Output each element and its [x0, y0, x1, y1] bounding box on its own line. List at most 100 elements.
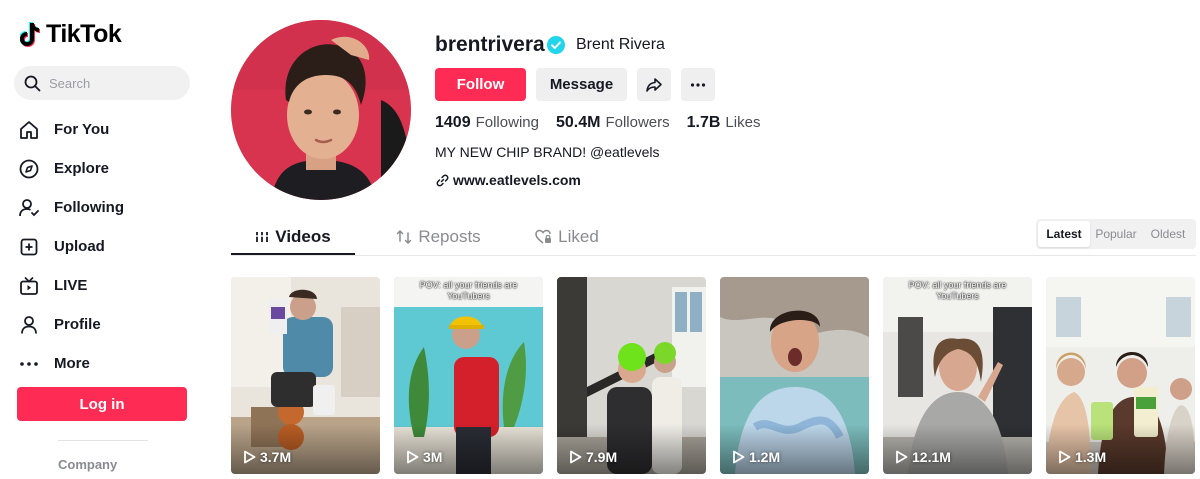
share-button[interactable] [637, 68, 671, 101]
tiktok-logo-icon [20, 21, 40, 47]
play-outline-icon [244, 450, 256, 464]
stat-likes: 1.7B Likes [687, 114, 761, 132]
nav-label: Upload [54, 238, 105, 255]
stat-following-count: 1409 [435, 114, 471, 131]
active-tab-indicator [231, 253, 355, 255]
nav-item-explore[interactable]: Explore [18, 149, 198, 188]
tv-icon [18, 275, 40, 297]
more-options-button[interactable] [681, 68, 715, 101]
sidebar-nav: For You Explore Following Upload LIVE Pr… [18, 110, 198, 383]
avatar-image [231, 20, 411, 200]
play-outline-icon [733, 450, 745, 464]
video-caption: POV: all your friends are YouTubers [419, 280, 518, 301]
profile-stats: 1409 Following 50.4M Followers 1.7B Like… [435, 114, 760, 132]
nav-item-upload[interactable]: Upload [18, 227, 198, 266]
profile-link-text: www.eatlevels.com [453, 172, 581, 188]
stat-likes-label: Likes [725, 114, 761, 131]
play-outline-icon [407, 450, 419, 464]
video-views: 7.9M [569, 449, 617, 465]
video-views: 3.7M [243, 449, 291, 465]
stat-following[interactable]: 1409 Following [435, 114, 539, 132]
tab-videos[interactable]: Videos [231, 220, 355, 254]
video-views-count: 3M [423, 449, 443, 465]
sort-oldest[interactable]: Oldest [1142, 221, 1194, 247]
video-card[interactable]: 1.3M [1046, 277, 1195, 474]
search-icon [24, 75, 41, 91]
play-outline-icon [896, 450, 908, 464]
compass-icon [18, 158, 40, 180]
video-grid: 3.7M POV: all your friends are YouTubers… [231, 277, 1195, 474]
nav-item-live[interactable]: LIVE [18, 266, 198, 305]
nav-item-following[interactable]: Following [18, 188, 198, 227]
video-card[interactable]: POV: all your friends are YouTubers 3M [394, 277, 543, 474]
video-views-count: 1.2M [749, 449, 781, 465]
logo-text: TikTok [46, 20, 122, 48]
profile-bio: MY NEW CHIP BRAND! @eatlevels [435, 144, 660, 160]
profile-tabs: Videos Reposts Liked [231, 220, 622, 254]
avatar [231, 20, 411, 200]
person-icon [18, 314, 40, 336]
tab-label: Liked [558, 227, 599, 246]
repost-icon [397, 229, 412, 245]
plus-square-icon [18, 236, 40, 258]
video-card[interactable]: POV: all your friends are YouTubers 12.1… [883, 277, 1032, 474]
following-icon [18, 197, 40, 219]
sort-toggle: Latest Popular Oldest [1036, 219, 1196, 249]
stat-likes-count: 1.7B [686, 114, 721, 131]
video-views: 3M [406, 449, 442, 465]
video-caption: POV: all your friends are YouTubers [908, 280, 1007, 301]
link-icon [436, 174, 449, 186]
verified-badge-icon [547, 36, 565, 54]
stat-following-label: Following [475, 114, 539, 131]
tiktok-logo[interactable]: TikTok [20, 20, 122, 49]
nav-item-more[interactable]: More [18, 344, 198, 383]
login-button[interactable]: Log in [17, 387, 187, 421]
grid-icon [255, 232, 269, 242]
footer-company-link[interactable]: Company [58, 457, 117, 472]
tab-label: Videos [275, 227, 331, 246]
tab-label: Reposts [418, 227, 481, 246]
share-icon [646, 77, 662, 92]
profile-actions: Follow Message [435, 68, 715, 101]
stat-followers[interactable]: 50.4M Followers [556, 114, 670, 132]
video-card[interactable]: 3.7M [231, 277, 380, 474]
follow-button[interactable]: Follow [435, 68, 526, 101]
nav-item-profile[interactable]: Profile [18, 305, 198, 344]
video-views: 1.3M [1058, 449, 1106, 465]
more-dots-icon [18, 353, 40, 375]
video-views-count: 1.3M [1075, 449, 1107, 465]
sort-latest[interactable]: Latest [1038, 221, 1090, 247]
heart-lock-icon [535, 229, 552, 244]
play-outline-icon [1059, 450, 1071, 464]
nav-label: Following [54, 199, 124, 216]
message-button[interactable]: Message [536, 68, 627, 101]
nav-label: More [54, 355, 90, 372]
home-icon [18, 119, 40, 141]
nav-label: For You [54, 121, 110, 138]
nav-label: Profile [54, 316, 101, 333]
play-outline-icon [570, 450, 582, 464]
profile-username: brentrivera [435, 33, 545, 56]
video-views: 1.2M [732, 449, 780, 465]
tab-liked[interactable]: Liked [512, 220, 622, 254]
profile-link[interactable]: www.eatlevels.com [436, 172, 581, 188]
video-views-count: 7.9M [586, 449, 618, 465]
stat-followers-label: Followers [605, 114, 670, 131]
nav-label: LIVE [54, 277, 88, 294]
more-horizontal-icon [690, 82, 706, 87]
tab-reposts[interactable]: Reposts [371, 220, 506, 254]
video-card[interactable]: 1.2M [720, 277, 869, 474]
sort-popular[interactable]: Popular [1090, 221, 1142, 247]
video-views: 12.1M [895, 449, 951, 465]
search-box[interactable] [14, 66, 190, 100]
video-card[interactable]: 7.9M [557, 277, 706, 474]
sidebar-divider [58, 440, 148, 441]
sidebar: TikTok For You Explore Following [0, 0, 205, 479]
video-views-count: 12.1M [912, 449, 951, 465]
profile-nickname: Brent Rivera [576, 36, 665, 53]
video-views-count: 3.7M [260, 449, 292, 465]
stat-followers-count: 50.4M [555, 114, 601, 131]
search-input[interactable] [49, 75, 179, 91]
nav-item-for-you[interactable]: For You [18, 110, 198, 149]
nav-label: Explore [54, 160, 110, 177]
